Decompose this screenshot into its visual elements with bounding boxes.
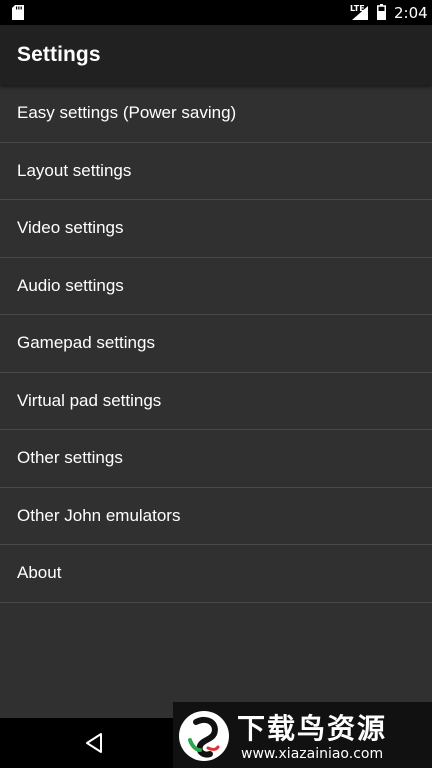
watermark-title: 下载鸟资源 [237, 712, 388, 745]
settings-item-other-emulators[interactable]: Other John emulators [0, 488, 432, 545]
sd-card-icon [12, 5, 24, 20]
settings-item-layout-settings[interactable]: Layout settings [0, 143, 432, 200]
watermark-url: www.xiazainiao.com [241, 746, 384, 762]
back-icon[interactable] [84, 732, 104, 754]
signal-icon [352, 6, 368, 20]
app-bar: Settings [0, 25, 432, 85]
settings-item-virtual-pad-settings[interactable]: Virtual pad settings [0, 373, 432, 430]
clock: 2:04 [394, 4, 428, 22]
battery-icon [377, 4, 386, 20]
status-bar: LTE 2:04 [0, 0, 432, 25]
bird-logo-icon [179, 711, 229, 761]
watermark: 下载鸟资源 www.xiazainiao.com [173, 702, 432, 768]
settings-item-other-settings[interactable]: Other settings [0, 430, 432, 488]
settings-item-audio-settings[interactable]: Audio settings [0, 258, 432, 315]
settings-item-video-settings[interactable]: Video settings [0, 200, 432, 258]
settings-item-gamepad-settings[interactable]: Gamepad settings [0, 315, 432, 373]
settings-item-about[interactable]: About [0, 545, 432, 603]
settings-list: Easy settings (Power saving) Layout sett… [0, 85, 432, 603]
settings-item-easy-settings[interactable]: Easy settings (Power saving) [0, 85, 432, 143]
page-title: Settings [17, 43, 101, 66]
settings-screen: LTE 2:04 Settings Easy settings (Power s… [0, 0, 432, 768]
